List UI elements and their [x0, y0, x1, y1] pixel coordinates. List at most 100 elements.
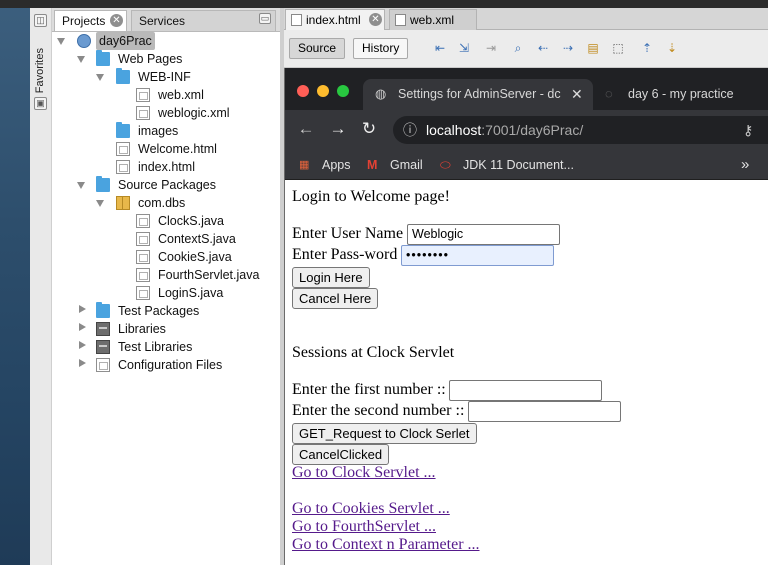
favorites-window-icon[interactable]: ▣: [34, 97, 47, 110]
favorites-tab[interactable]: Favorites: [34, 48, 46, 93]
search-icon[interactable]: ⌕: [510, 41, 526, 56]
browser-tab-settings[interactable]: ◍ Settings for AdminServer - dc ✕: [363, 79, 593, 110]
close-window-icon[interactable]: [297, 85, 309, 97]
second-number-label: Enter the second number ::: [292, 402, 465, 419]
tab-index-html[interactable]: index.html ✕: [285, 9, 385, 30]
expand-toggle-icon[interactable]: [79, 359, 86, 367]
toggle-highlight-icon[interactable]: ▤: [585, 41, 601, 56]
rectangular-selection-icon[interactable]: ⬚: [610, 41, 626, 56]
cancel-clicked-button[interactable]: CancelClicked: [292, 444, 390, 465]
tree-item-welcome-html[interactable]: Welcome.html: [138, 140, 217, 158]
bookmark-jdk11[interactable]: JDK 11 Document...: [463, 155, 574, 175]
tree-item-web-xml[interactable]: web.xml: [158, 86, 204, 104]
collapse-toggle-icon[interactable]: [96, 74, 104, 81]
package-icon: [116, 196, 130, 210]
bookmarks-overflow-icon[interactable]: »: [741, 155, 749, 175]
find-previous-icon[interactable]: ⇠: [535, 41, 551, 56]
java-file-icon: [136, 214, 150, 228]
forward-arrow-icon[interactable]: →: [329, 120, 347, 138]
info-icon[interactable]: ⓘ: [403, 116, 417, 144]
tree-item-java-file[interactable]: LoginS.java: [158, 284, 223, 302]
login-button[interactable]: Login Here: [292, 267, 370, 288]
tab-web-xml[interactable]: web.xml: [389, 9, 477, 30]
tree-item-web-inf[interactable]: WEB-INF: [138, 68, 191, 86]
collapse-toggle-icon[interactable]: [77, 182, 85, 189]
second-number-input[interactable]: [468, 401, 621, 422]
back-arrow-icon[interactable]: ←: [297, 120, 315, 138]
tree-item-com-dbs[interactable]: com.dbs: [138, 194, 185, 212]
cancel-button[interactable]: Cancel Here: [292, 288, 379, 309]
address-bar[interactable]: ⓘ localhost:7001/day6Prac/ ⚷: [393, 116, 768, 144]
forward-history-icon[interactable]: ⇥: [483, 41, 499, 56]
get-request-button[interactable]: GET_Request to Clock Serlet: [292, 423, 477, 444]
minimize-window-icon[interactable]: [317, 85, 329, 97]
link-cookies-servlet[interactable]: Go to Cookies Servlet ...: [292, 500, 450, 518]
close-icon[interactable]: ✕: [369, 13, 382, 26]
url-text: localhost:7001/day6Prac/: [426, 116, 583, 144]
tree-item-web-pages[interactable]: Web Pages: [118, 50, 182, 68]
close-tab-icon[interactable]: ✕: [571, 79, 583, 109]
bookmark-apps[interactable]: Apps: [322, 155, 351, 175]
tree-item-configuration-files[interactable]: Configuration Files: [118, 356, 222, 374]
tree-item-java-file[interactable]: ContextS.java: [158, 230, 236, 248]
web-project-icon: [77, 34, 91, 48]
collapse-toggle-icon[interactable]: [96, 200, 104, 207]
tree-item-test-libraries[interactable]: Test Libraries: [118, 338, 192, 356]
password-input[interactable]: ••••••••: [401, 245, 554, 266]
tree-item-weblogic-xml[interactable]: weblogic.xml: [158, 104, 230, 122]
favorites-bar: ◫ Favorites ▣: [30, 8, 52, 565]
collapse-toggle-icon[interactable]: [77, 56, 85, 63]
sessions-heading: Sessions at Clock Servlet: [292, 344, 455, 361]
navigate-icon[interactable]: ⇲: [456, 41, 472, 56]
tree-item-index-html[interactable]: index.html: [138, 158, 195, 176]
back-history-icon[interactable]: ⇤: [432, 41, 448, 56]
tree-item-java-file[interactable]: FourthServlet.java: [158, 266, 259, 284]
test-libraries-icon: [96, 340, 110, 354]
java-file-icon: [136, 232, 150, 246]
bookmark-gmail[interactable]: Gmail: [390, 155, 423, 175]
window-top-edge: [0, 0, 768, 8]
expand-toggle-icon[interactable]: [79, 305, 86, 313]
link-context-parameter[interactable]: Go to Context n Parameter ...: [292, 536, 480, 554]
next-bookmark-icon[interactable]: ⇣: [664, 41, 680, 56]
maximize-window-icon[interactable]: [337, 85, 349, 97]
tab-projects[interactable]: Projects ✕: [54, 10, 127, 31]
java-file-icon: [136, 250, 150, 264]
link-fourth-servlet[interactable]: Go to FourthServlet ...: [292, 518, 436, 536]
tree-item-java-file[interactable]: ClockS.java: [158, 212, 224, 230]
tab-services[interactable]: Services: [131, 10, 276, 31]
tree-item-source-packages[interactable]: Source Packages: [118, 176, 216, 194]
username-input[interactable]: Weblogic: [407, 224, 560, 245]
oracle-icon: ⬭: [440, 158, 451, 172]
browser-tab-day6[interactable]: ◌ day 6 - my practice: [597, 79, 768, 110]
history-button[interactable]: History: [353, 38, 409, 59]
tree-item-day6prac[interactable]: day6Prac: [96, 32, 155, 50]
configuration-files-icon: [96, 358, 110, 372]
key-icon[interactable]: ⚷: [743, 116, 753, 144]
tree-item-java-file[interactable]: CookieS.java: [158, 248, 232, 266]
test-packages-folder-icon: [96, 302, 110, 318]
first-number-input[interactable]: [449, 380, 602, 401]
folder-icon: [116, 68, 130, 84]
close-icon[interactable]: ✕: [110, 14, 123, 27]
find-next-icon[interactable]: ⇢: [560, 41, 576, 56]
reload-icon[interactable]: ↻: [360, 120, 378, 138]
java-file-icon: [136, 286, 150, 300]
browser-tab-label: Settings for AdminServer - dc: [398, 87, 561, 101]
source-button[interactable]: Source: [289, 38, 346, 59]
tree-item-images[interactable]: images: [138, 122, 178, 140]
password-label: Enter Pass-word: [292, 246, 398, 263]
gmail-icon: M: [367, 158, 378, 172]
expand-toggle-icon[interactable]: [79, 323, 86, 331]
tree-item-test-packages[interactable]: Test Packages: [118, 302, 199, 320]
java-file-icon: [136, 268, 150, 282]
url-path: :7001/day6Prac/: [481, 122, 584, 138]
collapse-toggle-icon[interactable]: [57, 38, 65, 45]
minimize-panel-icon[interactable]: ▭: [259, 13, 271, 24]
link-clock-servlet[interactable]: Go to Clock Servlet ...: [292, 464, 436, 482]
previous-bookmark-icon[interactable]: ⇡: [639, 41, 655, 56]
tree-item-libraries[interactable]: Libraries: [118, 320, 166, 338]
expand-toggle-icon[interactable]: [79, 341, 86, 349]
restore-icon[interactable]: ◫: [34, 14, 47, 27]
xml-file-icon: [395, 14, 406, 26]
